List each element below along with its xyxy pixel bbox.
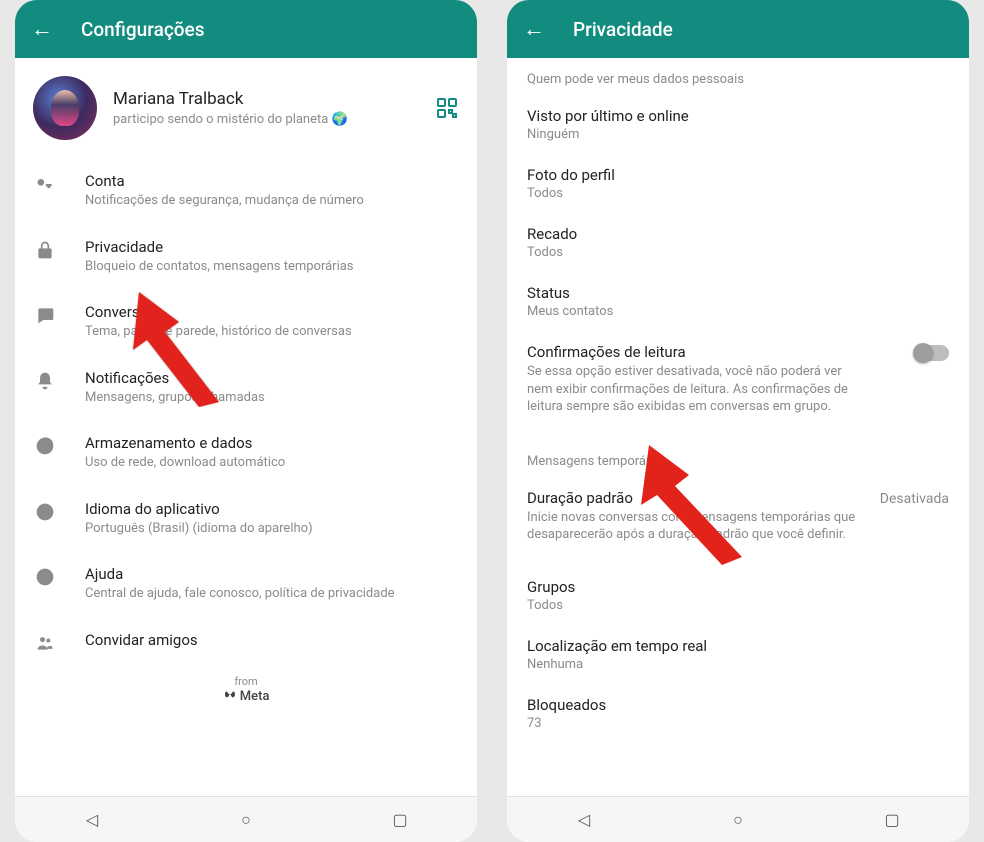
setting-desc: Mensagens, grupos, chamadas: [85, 389, 459, 407]
nav-recent-icon[interactable]: ▢: [872, 810, 912, 829]
priv-title: Duração padrão: [527, 489, 866, 507]
meta-text: Meta: [240, 689, 270, 704]
setting-title: Notificações: [85, 369, 459, 387]
nav-back-icon[interactable]: ◁: [564, 810, 604, 829]
profile-text: Mariana Tralback participo sendo o misté…: [113, 89, 419, 127]
settings-screen: ← Configurações Mariana Tralback partici…: [15, 0, 477, 842]
settings-content: Mariana Tralback participo sendo o misté…: [15, 58, 477, 796]
privacy-about[interactable]: Recado Todos: [507, 215, 969, 274]
priv-desc: Inicie novas conversas com mensagens tem…: [527, 509, 866, 544]
privacy-live-location[interactable]: Localização em tempo real Nenhuma: [507, 627, 969, 686]
priv-value: Todos: [527, 245, 949, 260]
read-receipts-toggle[interactable]: [915, 345, 949, 361]
globe-icon: [33, 500, 57, 522]
setting-text: Notificações Mensagens, grupos, chamadas: [85, 369, 459, 407]
privacy-blocked[interactable]: Bloqueados 73: [507, 686, 969, 745]
setting-desc: Tema, papel de parede, histórico de conv…: [85, 323, 459, 341]
bell-icon: [33, 369, 57, 391]
setting-text: Armazenamento e dados Uso de rede, downl…: [85, 434, 459, 472]
priv-value: Todos: [527, 186, 949, 201]
priv-title: Localização em tempo real: [527, 637, 949, 655]
privacy-default-duration[interactable]: Duração padrão Inicie novas conversas co…: [507, 479, 969, 558]
setting-text: Conta Notificações de segurança, mudança…: [85, 172, 459, 210]
nav-back-icon[interactable]: ◁: [72, 810, 112, 829]
setting-help[interactable]: Ajuda Central de ajuda, fale conosco, po…: [15, 551, 477, 617]
profile-status: participo sendo o mistério do planeta 🌍: [113, 112, 419, 127]
help-icon: [33, 565, 57, 587]
setting-text: Convidar amigos: [85, 631, 459, 651]
duration-value: Desativada: [880, 489, 949, 507]
lock-icon: [33, 238, 57, 260]
setting-text: Privacidade Bloqueio de contatos, mensag…: [85, 238, 459, 276]
chat-icon: [33, 303, 57, 325]
setting-desc: Notificações de segurança, mudança de nú…: [85, 192, 459, 210]
setting-title: Idioma do aplicativo: [85, 500, 459, 518]
setting-account[interactable]: Conta Notificações de segurança, mudança…: [15, 158, 477, 224]
back-arrow-icon[interactable]: ←: [31, 16, 53, 42]
setting-text: Conversas Tema, papel de parede, históri…: [85, 303, 459, 341]
setting-notifications[interactable]: Notificações Mensagens, grupos, chamadas: [15, 355, 477, 421]
header-title: Configurações: [81, 18, 204, 41]
profile-row[interactable]: Mariana Tralback participo sendo o misté…: [15, 58, 477, 158]
privacy-last-seen[interactable]: Visto por último e online Ninguém: [507, 97, 969, 156]
header-title: Privacidade: [573, 18, 673, 41]
priv-title: Status: [527, 284, 949, 302]
privacy-content: Quem pode ver meus dados pessoais Visto …: [507, 58, 969, 796]
nav-recent-icon[interactable]: ▢: [380, 810, 420, 829]
priv-value: Meus contatos: [527, 304, 949, 319]
from-label: from: [15, 667, 477, 688]
priv-title: Recado: [527, 225, 949, 243]
section-header: Mensagens temporárias: [507, 430, 969, 479]
privacy-profile-photo[interactable]: Foto do perfil Todos: [507, 156, 969, 215]
setting-desc: Uso de rede, download automático: [85, 454, 459, 472]
setting-chats[interactable]: Conversas Tema, papel de parede, históri…: [15, 289, 477, 355]
setting-privacy[interactable]: Privacidade Bloqueio de contatos, mensag…: [15, 224, 477, 290]
setting-storage[interactable]: Armazenamento e dados Uso de rede, downl…: [15, 420, 477, 486]
app-header: ← Privacidade: [507, 0, 969, 58]
setting-title: Convidar amigos: [85, 631, 459, 649]
app-header: ← Configurações: [15, 0, 477, 58]
setting-title: Privacidade: [85, 238, 459, 256]
setting-title: Armazenamento e dados: [85, 434, 459, 452]
priv-title: Bloqueados: [527, 696, 949, 714]
nav-home-icon[interactable]: ○: [226, 810, 266, 830]
priv-value: Todos: [527, 598, 949, 613]
priv-value: Nenhuma: [527, 657, 949, 672]
avatar[interactable]: [33, 76, 97, 140]
meta-logo: Meta: [15, 688, 477, 704]
priv-title: Grupos: [527, 578, 949, 596]
setting-title: Conta: [85, 172, 459, 190]
priv-value: 73: [527, 716, 949, 731]
setting-invite[interactable]: Convidar amigos: [15, 617, 477, 667]
priv-title: Confirmações de leitura: [527, 343, 915, 361]
back-arrow-icon[interactable]: ←: [523, 16, 545, 42]
qr-icon[interactable]: [435, 96, 459, 120]
priv-title: Foto do perfil: [527, 166, 949, 184]
profile-name: Mariana Tralback: [113, 89, 419, 109]
android-nav-bar: ◁ ○ ▢: [507, 796, 969, 842]
people-icon: [33, 631, 57, 653]
priv-value: Ninguém: [527, 127, 949, 142]
privacy-screen: ← Privacidade Quem pode ver meus dados p…: [507, 0, 969, 842]
privacy-read-receipts[interactable]: Confirmações de leitura Se essa opção es…: [507, 333, 969, 430]
android-nav-bar: ◁ ○ ▢: [15, 796, 477, 842]
priv-title: Visto por último e online: [527, 107, 949, 125]
setting-text: Ajuda Central de ajuda, fale conosco, po…: [85, 565, 459, 603]
setting-language[interactable]: Idioma do aplicativo Português (Brasil) …: [15, 486, 477, 552]
setting-desc: Central de ajuda, fale conosco, política…: [85, 585, 459, 603]
key-icon: [33, 172, 57, 194]
setting-desc: Português (Brasil) (idioma do aparelho): [85, 520, 459, 538]
section-header: Quem pode ver meus dados pessoais: [507, 58, 969, 97]
setting-text: Idioma do aplicativo Português (Brasil) …: [85, 500, 459, 538]
priv-desc: Se essa opção estiver desativada, você n…: [527, 363, 915, 416]
nav-home-icon[interactable]: ○: [718, 810, 758, 830]
privacy-status[interactable]: Status Meus contatos: [507, 274, 969, 333]
setting-desc: Bloqueio de contatos, mensagens temporár…: [85, 258, 459, 276]
setting-title: Ajuda: [85, 565, 459, 583]
setting-title: Conversas: [85, 303, 459, 321]
storage-icon: [33, 434, 57, 456]
privacy-groups[interactable]: Grupos Todos: [507, 558, 969, 627]
